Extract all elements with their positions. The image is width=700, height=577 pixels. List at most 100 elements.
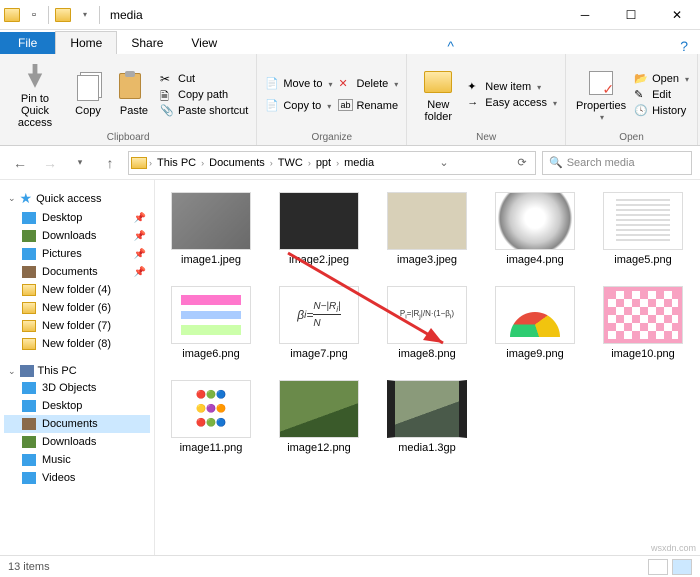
app-icon [4,7,20,23]
copyto-icon [265,99,279,113]
forward-button[interactable]: → [38,151,62,175]
minimize-button[interactable]: ─ [562,0,608,30]
copy-path-button[interactable]: Copy path [160,88,248,102]
file-name: image4.png [506,254,564,266]
pin-to-quick-access-button[interactable]: Pin to Quick access [8,58,62,132]
folder-icon [22,320,36,332]
thumbnail [603,192,683,250]
breadcrumb[interactable]: Documents [206,157,268,169]
sidebar-item[interactable]: New folder (4) [4,281,150,299]
thumbnail [387,192,467,250]
file-item[interactable]: image2.jpeg [275,192,363,266]
file-item[interactable]: βi = N−|Ri|Nimage7.png [275,286,363,360]
thumbnail [495,286,575,344]
address-dropdown[interactable]: ⌄ [433,156,455,169]
pin-icon: 📌 [134,249,146,260]
ribbon-collapse-icon[interactable]: ^ [437,38,464,54]
help-icon[interactable]: ? [670,38,700,54]
maximize-button[interactable]: ☐ [608,0,654,30]
folder-icon [22,382,36,394]
up-button[interactable]: ↑ [98,151,122,175]
cut-button[interactable]: Cut [160,72,248,86]
label: Rename [356,100,398,112]
file-item[interactable]: image12.png [275,380,363,454]
file-item[interactable]: image3.jpeg [383,192,471,266]
sidebar-item[interactable]: Downloads📌 [4,227,150,245]
thumbnail [171,380,251,438]
file-name: media1.3gp [398,442,456,454]
tab-view[interactable]: View [177,31,231,54]
sidebar-item[interactable]: Documents [4,415,150,433]
sidebar-item[interactable]: New folder (8) [4,335,150,353]
file-item[interactable]: Pi=|Rj|/N·(1−βi)image8.png [383,286,471,360]
paste-button[interactable]: Paste [114,58,154,132]
easy-access-button[interactable]: Easy access [467,96,557,110]
details-view-button[interactable] [648,559,668,575]
breadcrumb[interactable]: ppt [313,157,334,169]
nav-quick-access[interactable]: ⌄★Quick access [4,188,150,209]
recent-button[interactable]: ▾ [68,151,92,175]
folder-icon [22,212,36,224]
qat-overflow[interactable]: ▾ [77,7,93,23]
nav-this-pc[interactable]: ⌄This PC [4,363,150,379]
edit-button[interactable]: Edit [634,88,689,102]
delete-button[interactable]: Delete [338,77,398,91]
sidebar-item[interactable]: Downloads [4,433,150,451]
file-item[interactable]: image9.png [491,286,579,360]
file-item[interactable]: image4.png [491,192,579,266]
folder-icon [22,454,36,466]
breadcrumb[interactable]: media [341,157,377,169]
label: Cut [178,73,195,85]
tab-file[interactable]: File [0,32,55,54]
file-name: image11.png [180,442,243,454]
sidebar-item[interactable]: Videos [4,469,150,487]
folder-icon [22,266,36,278]
sidebar-item[interactable]: Desktop [4,397,150,415]
sidebar-item[interactable]: Pictures📌 [4,245,150,263]
rename-button[interactable]: Rename [338,99,398,113]
search-input[interactable]: 🔍 Search media [542,151,692,175]
sidebar-item[interactable]: 3D Objects [4,379,150,397]
breadcrumb[interactable]: This PC [154,157,199,169]
file-item[interactable]: image1.jpeg [167,192,255,266]
history-button[interactable]: History [634,104,689,118]
open-button[interactable]: Open [634,72,689,86]
label: Copy to [283,100,321,112]
paste-shortcut-button[interactable]: Paste shortcut [160,104,248,118]
chevron-right-icon: › [308,158,311,168]
copy-to-button[interactable]: Copy to [265,99,332,113]
pin-icon: 📌 [134,213,146,224]
file-pane[interactable]: image1.jpeg image2.jpeg image3.jpeg image4.… [155,180,700,560]
copy-button[interactable]: Copy [68,58,108,132]
label: Pin to Quick access [8,93,62,129]
back-button[interactable]: ← [8,151,32,175]
tab-share[interactable]: Share [117,31,177,54]
navigation-pane[interactable]: ⌄★Quick access Desktop📌Downloads📌Picture… [0,180,155,560]
move-to-button[interactable]: Move to [265,77,332,91]
thumbnail [171,192,251,250]
file-item[interactable]: image10.png [599,286,687,360]
easy-icon [467,96,481,110]
file-item[interactable]: image6.png [167,286,255,360]
tab-home[interactable]: Home [55,31,117,54]
sidebar-item[interactable]: New folder (6) [4,299,150,317]
qat-item[interactable] [55,7,71,23]
address-bar[interactable]: › This PC › Documents › TWC › ppt › medi… [128,151,536,175]
ribbon-tabs: File Home Share View ^ ? [0,30,700,54]
file-item[interactable]: image11.png [167,380,255,454]
new-item-button[interactable]: ✦New item [467,80,557,94]
close-button[interactable]: ✕ [654,0,700,30]
thumbnails-view-button[interactable] [672,559,692,575]
qat-item[interactable]: ▫ [26,7,42,23]
file-item[interactable]: image5.png [599,192,687,266]
sidebar-item[interactable]: New folder (7) [4,317,150,335]
sidebar-item[interactable]: Desktop📌 [4,209,150,227]
sidebar-item[interactable]: Documents📌 [4,263,150,281]
cut-icon [160,72,174,86]
properties-button[interactable]: Properties [574,58,628,132]
breadcrumb[interactable]: TWC [275,157,306,169]
refresh-button[interactable]: ⟳ [511,156,533,169]
file-item[interactable]: media1.3gp [383,380,471,454]
new-folder-button[interactable]: New folder [415,58,461,132]
sidebar-item[interactable]: Music [4,451,150,469]
